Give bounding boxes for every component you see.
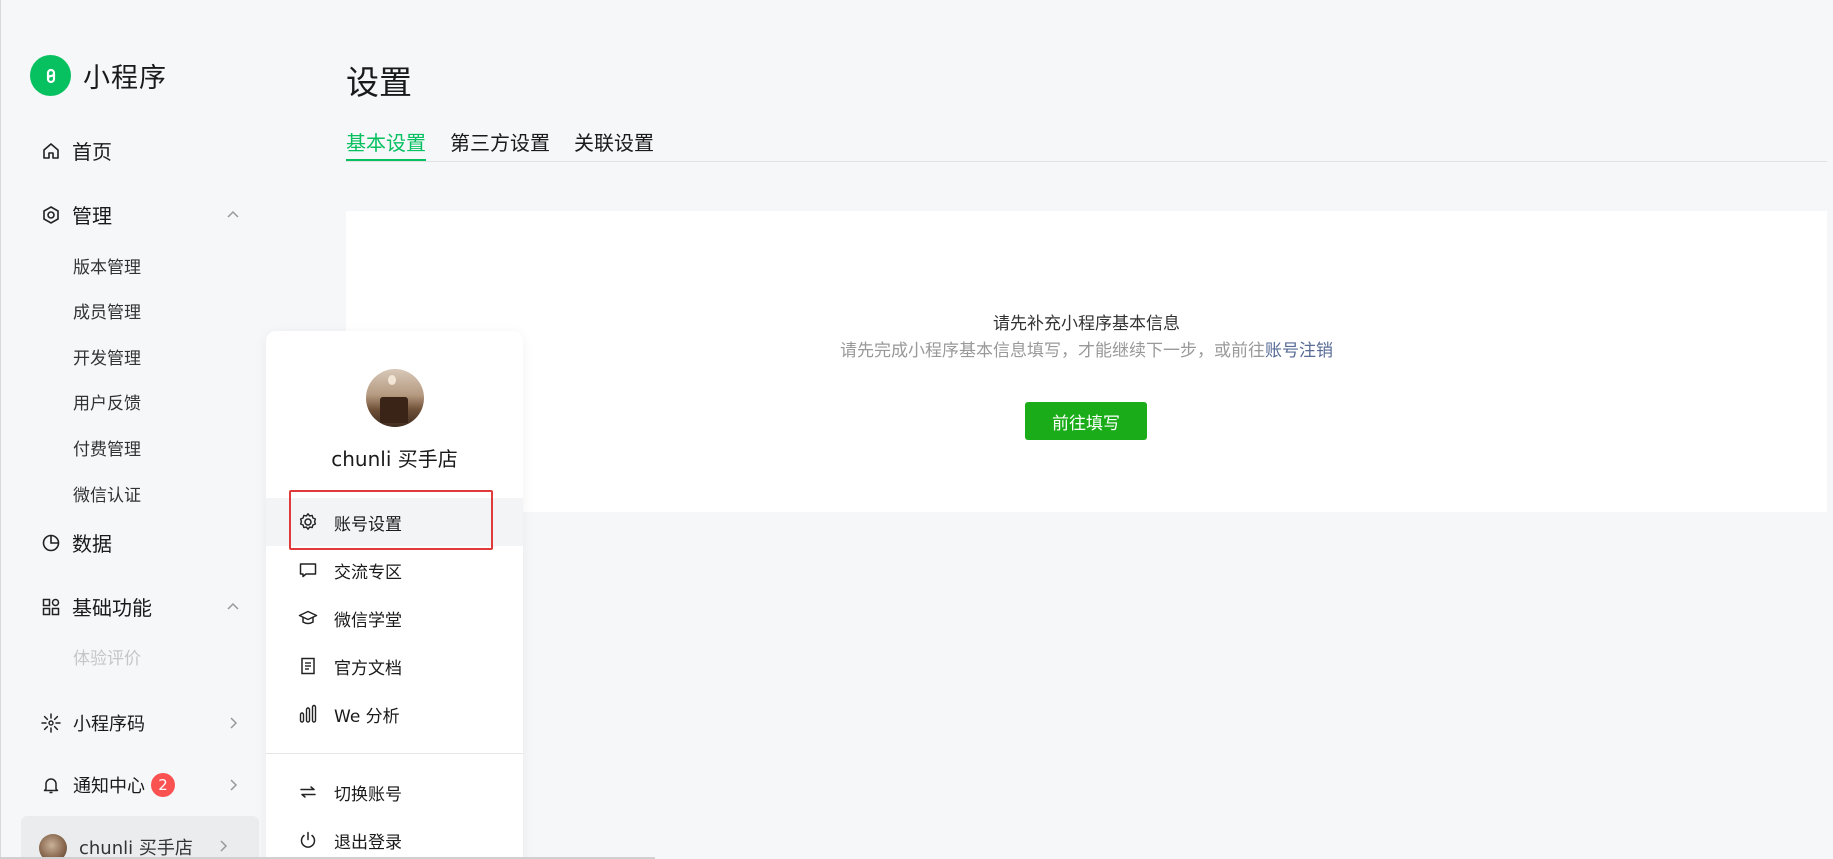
notice-card: 请先补充小程序基本信息 请先完成小程序基本信息填写，才能继续下一步，或前往账号注… <box>346 211 1827 512</box>
sidebar-item-notify[interactable]: 通知中心 2 <box>39 772 249 798</box>
pie-chart-icon <box>39 531 63 555</box>
sidebar-item-label: 数据 <box>72 532 112 556</box>
graduation-cap-icon <box>296 606 320 630</box>
menu-item-label: 官方文档 <box>334 658 402 679</box>
chevron-right-icon <box>223 775 243 795</box>
tab-linked-settings[interactable]: 关联设置 <box>574 127 654 161</box>
sidebar-item-label: 小程序码 <box>73 714 145 735</box>
menu-item-label: 微信学堂 <box>334 610 402 631</box>
menu-item-we-analytics[interactable]: We 分析 <box>266 690 523 738</box>
notification-badge: 2 <box>151 773 175 797</box>
menu-item-community[interactable]: 交流专区 <box>266 546 523 594</box>
sidebar-item-version[interactable]: 版本管理 <box>73 253 141 278</box>
settings-tabs: 基本设置 第三方设置 关联设置 <box>346 127 1827 162</box>
account-cancel-link[interactable]: 账号注销 <box>1265 341 1333 361</box>
sidebar-item-manage[interactable]: 管理 <box>39 200 249 229</box>
home-icon <box>39 139 63 163</box>
sidebar-item-label: 通知中心 <box>73 776 145 797</box>
highlight-box <box>289 490 493 550</box>
popup-account-name: chunli 买手店 <box>331 447 458 471</box>
app-logo[interactable]: 小程序 <box>30 55 167 96</box>
chevron-right-icon <box>223 713 243 733</box>
switch-arrows-icon <box>296 780 320 804</box>
sidebar-item-home[interactable]: 首页 <box>39 136 249 165</box>
manage-icon <box>39 203 63 227</box>
miniprogram-logo-icon <box>30 55 71 96</box>
sidebar-item-feedback[interactable]: 用户反馈 <box>73 389 141 414</box>
notice-description-text: 请先完成小程序基本信息填写，才能继续下一步，或前往 <box>840 341 1265 361</box>
sidebar-item-label: 管理 <box>72 204 112 228</box>
sidebar-user-name: chunli 买手店 <box>79 838 193 859</box>
power-icon <box>296 828 320 852</box>
sidebar-item-label: 首页 <box>72 140 112 164</box>
menu-item-switch-account[interactable]: 切换账号 <box>266 768 523 816</box>
sidebar-item-data[interactable]: 数据 <box>39 528 249 557</box>
sidebar-item-basic[interactable]: 基础功能 <box>39 592 249 621</box>
sidebar-item-dev[interactable]: 开发管理 <box>73 344 141 369</box>
apps-icon <box>39 595 63 619</box>
chat-bubble-icon <box>296 558 320 582</box>
bell-icon <box>39 773 63 797</box>
sidebar-item-review[interactable]: 体验评价 <box>73 644 141 669</box>
sidebar-item-payment[interactable]: 付费管理 <box>73 435 141 460</box>
document-icon <box>296 654 320 678</box>
sidebar-item-verify[interactable]: 微信认证 <box>73 481 141 506</box>
menu-divider <box>266 753 523 754</box>
menu-item-label: 退出登录 <box>334 832 402 853</box>
sidebar-item-members[interactable]: 成员管理 <box>73 298 141 323</box>
notice-title: 请先补充小程序基本信息 <box>993 314 1180 334</box>
sidebar-user[interactable]: chunli 买手店 <box>21 816 259 859</box>
menu-item-docs[interactable]: 官方文档 <box>266 642 523 690</box>
sidebar-item-label: 基础功能 <box>72 596 152 620</box>
avatar <box>366 369 424 427</box>
menu-item-label: We 分析 <box>334 706 400 727</box>
avatar <box>39 834 67 859</box>
chevron-up-icon[interactable] <box>223 205 243 225</box>
account-popup-menu: chunli 买手店 账号设置 交流专区 微信学堂 官方文档 We 分析 切换账… <box>266 331 523 859</box>
page-title: 设置 <box>346 63 412 102</box>
sidebar-item-qrcode[interactable]: 小程序码 <box>39 710 249 736</box>
chevron-right-icon <box>213 836 233 856</box>
qrcode-icon <box>39 711 63 735</box>
menu-item-logout[interactable]: 退出登录 <box>266 816 523 859</box>
tab-third-party-settings[interactable]: 第三方设置 <box>450 127 550 161</box>
app-logo-text: 小程序 <box>83 63 167 94</box>
analytics-bars-icon <box>296 702 320 726</box>
menu-item-label: 切换账号 <box>334 784 402 805</box>
go-fill-button[interactable]: 前往填写 <box>1025 402 1147 440</box>
chevron-up-icon[interactable] <box>223 597 243 617</box>
menu-item-label: 交流专区 <box>334 562 402 583</box>
notice-description: 请先完成小程序基本信息填写，才能继续下一步，或前往账号注销 <box>346 336 1827 361</box>
menu-item-academy[interactable]: 微信学堂 <box>266 594 523 642</box>
tab-basic-settings[interactable]: 基本设置 <box>346 127 426 161</box>
sidebar: 小程序 首页 管理 版本管理 成员管理 开发管理 用户反馈 付费管理 微信认证 … <box>0 0 270 859</box>
